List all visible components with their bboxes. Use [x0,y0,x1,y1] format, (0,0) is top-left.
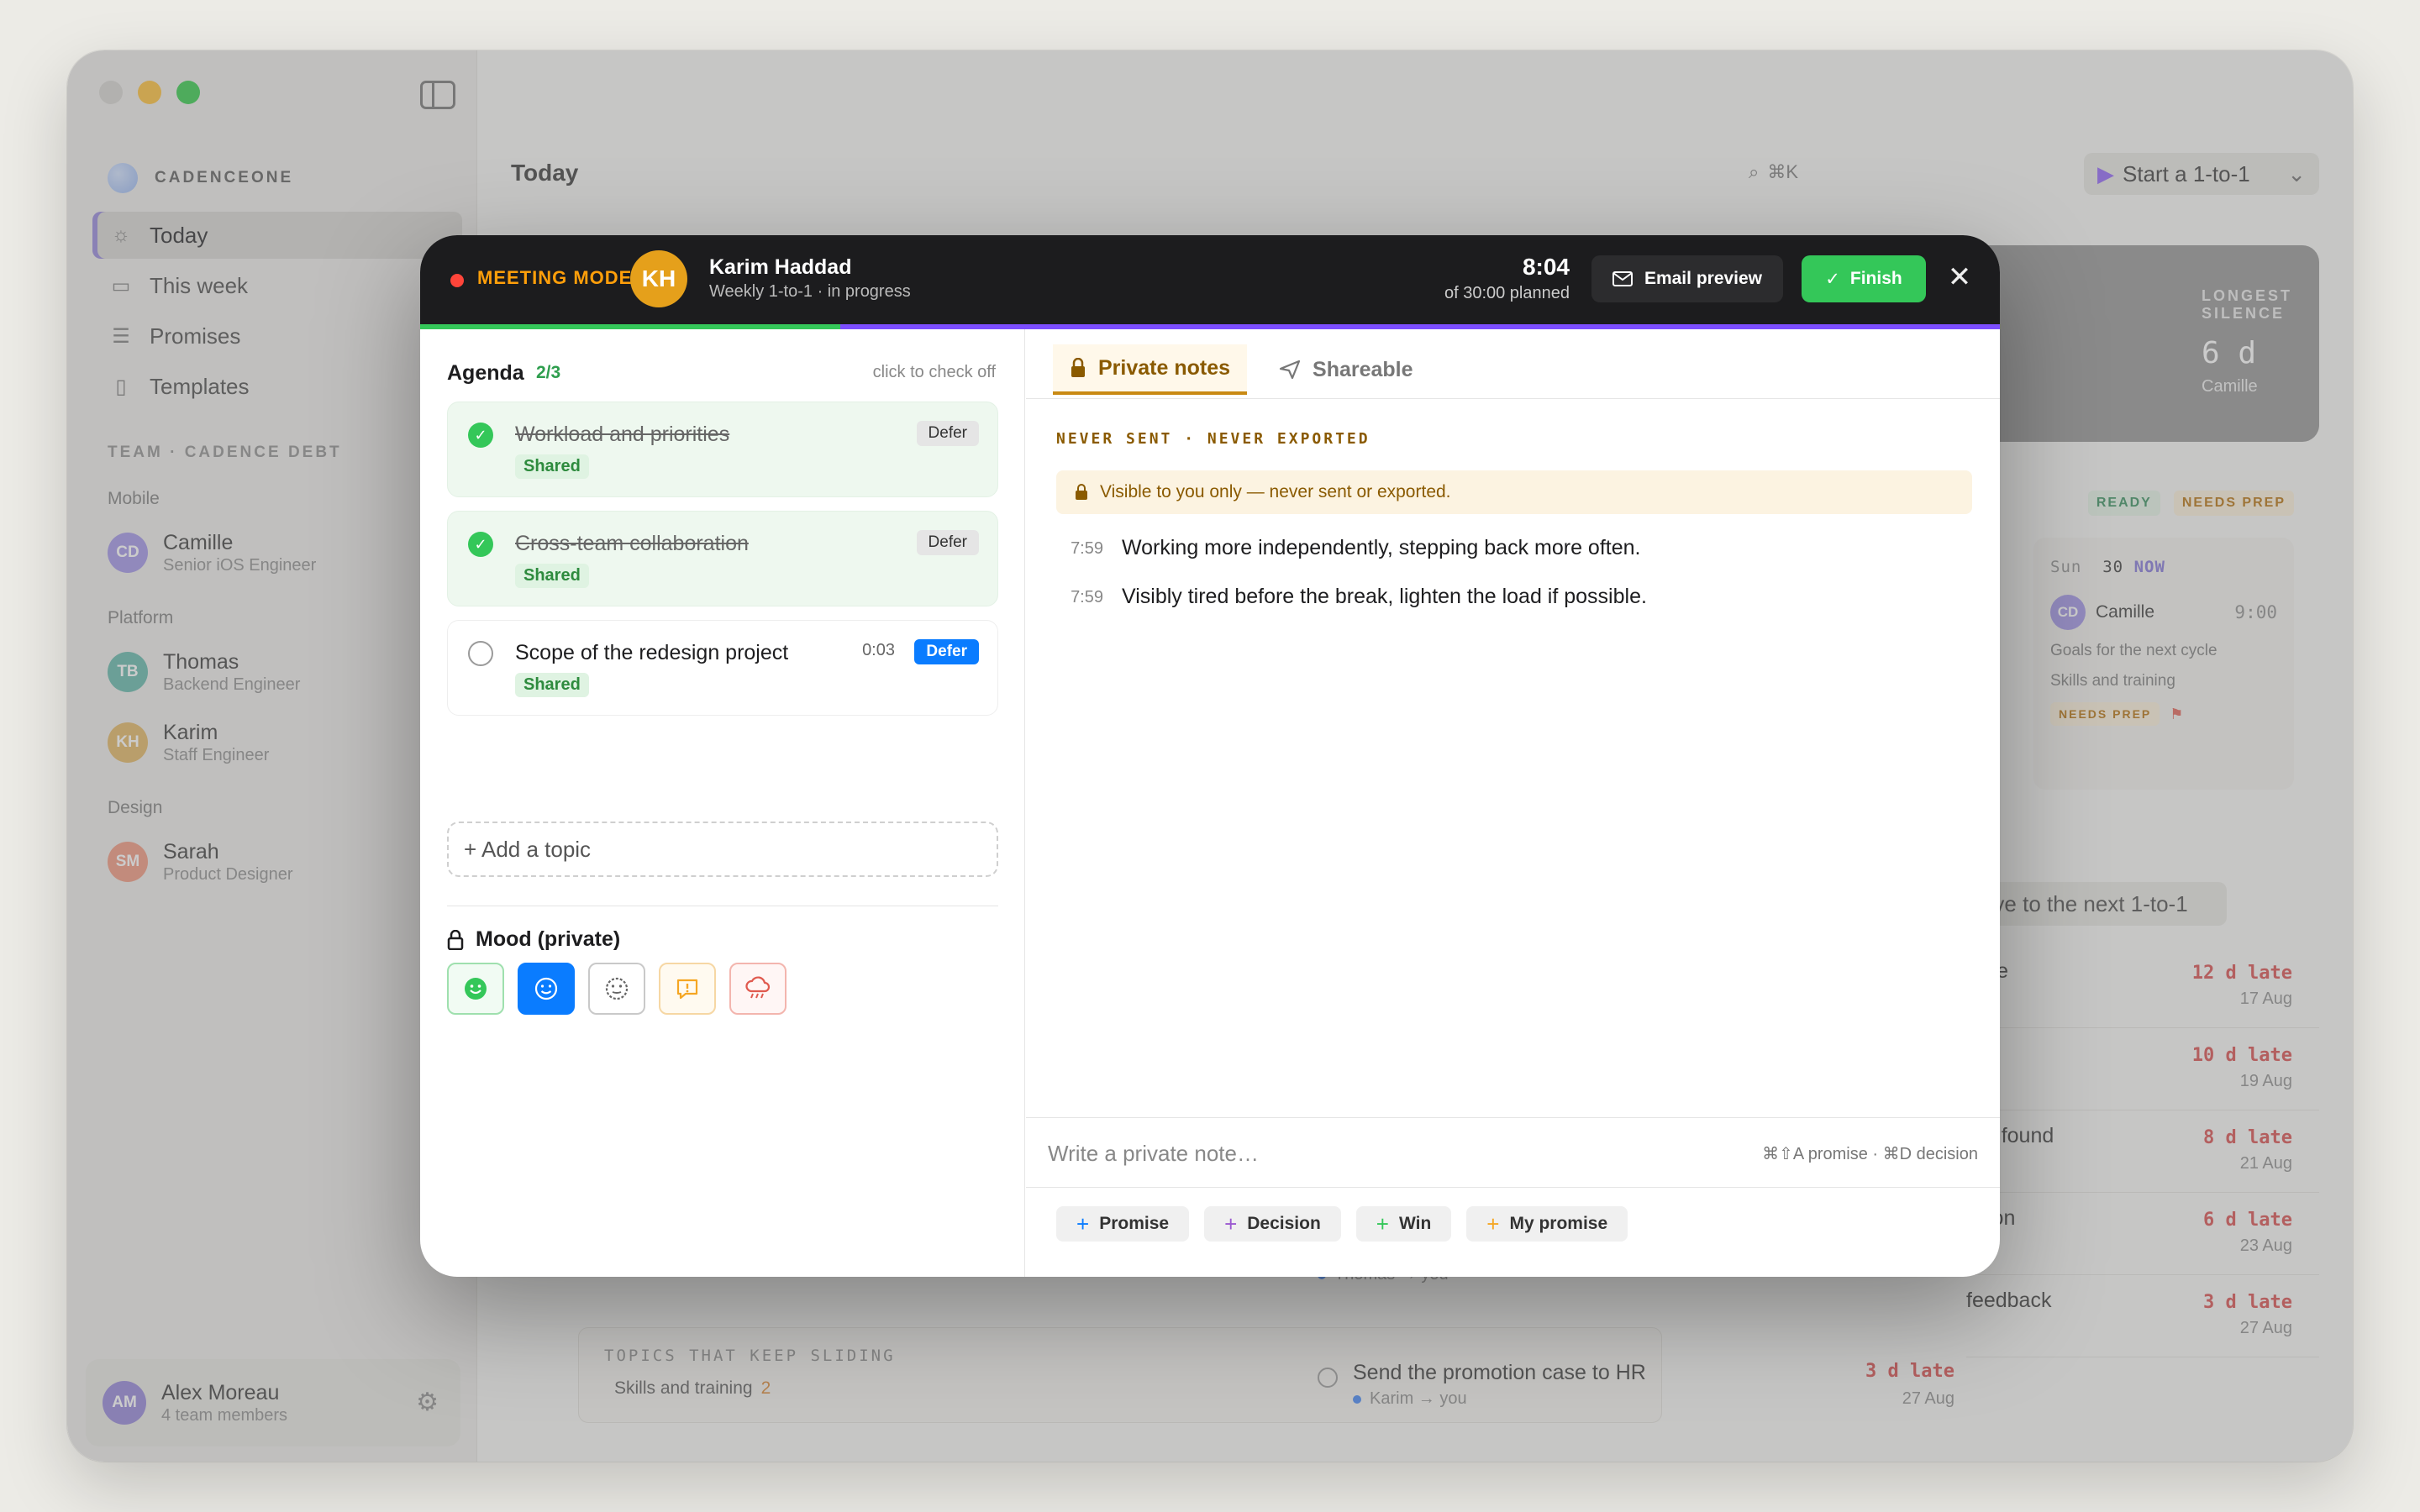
agenda-topic[interactable]: ✓ Cross-team collaboration Shared Defer [447,511,998,606]
tab-private-notes[interactable]: Private notes [1053,344,1248,395]
happy-face-icon [465,978,487,1000]
mood-option-concerned[interactable] [659,963,716,1015]
note-text: Working more independently, stepping bac… [1122,536,1641,559]
meeting-mode-dialog: MEETING MODE KH Karim Haddad Weekly 1-to… [420,235,2000,1277]
send-icon [1279,360,1301,380]
mood-option-good[interactable] [518,963,575,1015]
plus-icon: + [1224,1210,1238,1236]
add-win-button[interactable]: + Win [1355,1206,1452,1242]
agenda-count: 2/3 [536,363,561,382]
defer-button[interactable]: Defer [914,639,979,664]
note-entry[interactable]: 7:59 Visibly tired before the break, lig… [1056,585,1647,609]
lock-icon [1076,484,1087,500]
finish-button[interactable]: ✓ Finish [1802,255,1926,302]
alert-bubble-icon [676,979,698,1000]
topic-title: Scope of the redesign project [515,641,789,664]
close-icon[interactable]: ✕ [1943,260,1976,294]
notes-tabs: Private notes Shareable [1053,344,1430,395]
note-text: Visibly tired before the break, lighten … [1122,585,1647,608]
agenda-pane: Agenda 2/3 click to check off ✓ Workload… [420,329,1025,1277]
shared-badge: Shared [515,564,589,588]
email-preview-button[interactable]: Email preview [1591,255,1783,302]
mood-option-happy[interactable] [447,963,504,1015]
finish-label: Finish [1849,269,1902,288]
private-note-input[interactable] [1048,1135,1720,1172]
add-my-promise-button[interactable]: + My promise [1466,1206,1628,1242]
privacy-banner: Visible to you only — never sent or expo… [1056,470,1972,514]
lock-icon [447,929,464,950]
note-time: 7:59 [1071,588,1103,606]
notes-pane: Private notes Shareable NEVER SENT · NEV… [1026,329,2000,1277]
topic-title: Cross-team collaboration [515,532,749,555]
meeting-header: MEETING MODE KH Karim Haddad Weekly 1-to… [420,235,2000,324]
topic-time: 0:03 [862,641,895,659]
check-off-hint: click to check off [872,363,996,381]
add-topic-button[interactable]: + Add a topic [447,822,998,877]
agenda-title: Agenda [447,361,524,385]
meeting-mode-label: MEETING MODE [477,267,633,288]
checkmark-icon: ✓ [1825,269,1840,289]
agenda-topic[interactable]: ✓ Workload and priorities Shared Defer [447,402,998,497]
mood-option-neutral[interactable] [588,963,645,1015]
plus-icon: + [1376,1210,1389,1236]
privacy-label: NEVER SENT · NEVER EXPORTED [1056,430,1370,448]
plus-icon: + [1486,1210,1500,1236]
defer-button[interactable]: Defer [916,421,979,446]
neutral-face-icon [605,977,629,1000]
shortcut-hint: ⌘⇧A promise · ⌘D decision [1762,1145,1978,1163]
planned-time: of 30:00 planned [1444,284,1570,302]
lock-icon [1071,358,1085,377]
plus-icon: + [1076,1210,1090,1236]
agenda-topic[interactable]: Scope of the redesign project Shared 0:0… [447,620,998,716]
tab-shareable[interactable]: Shareable [1262,344,1430,395]
defer-button[interactable]: Defer [916,530,979,555]
empty-circle-icon[interactable] [468,641,493,666]
add-promise-button[interactable]: + Promise [1056,1206,1190,1242]
envelope-icon [1612,271,1633,286]
topic-title: Workload and priorities [515,423,730,446]
check-circle-icon[interactable]: ✓ [468,423,493,448]
shared-badge: Shared [515,454,589,479]
recording-dot [450,274,464,287]
note-time: 7:59 [1071,539,1103,558]
note-entry[interactable]: 7:59 Working more independently, steppin… [1056,536,1640,560]
avatar: KH [630,250,687,307]
smile-face-icon [534,977,558,1000]
add-decision-button[interactable]: + Decision [1204,1206,1341,1242]
email-preview-label: Email preview [1644,269,1763,288]
shared-badge: Shared [515,673,589,697]
mood-selector [447,963,786,1015]
note-composer: ⌘⇧A promise · ⌘D decision [1026,1117,2000,1188]
mood-title: Mood (private) [447,927,620,952]
check-circle-icon[interactable]: ✓ [468,532,493,557]
note-actions: + Promise + Decision + Win + My promise [1056,1206,1628,1242]
elapsed-time: 8:04 [1522,254,1570,280]
participant-name: Karim Haddad [709,255,852,279]
meeting-subtitle: Weekly 1-to-1 · in progress [709,282,911,301]
divider [1026,398,2000,399]
storm-cloud-icon [745,976,771,999]
mood-option-stormy[interactable] [729,963,786,1015]
